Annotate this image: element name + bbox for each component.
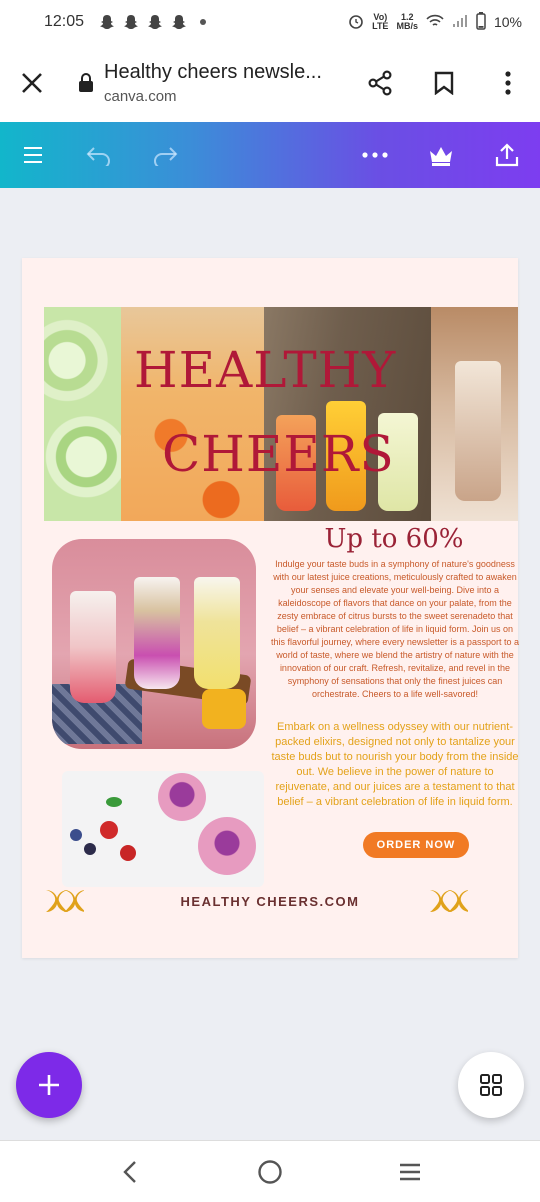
more-notifications-dot-icon [200,19,207,25]
more-options-button[interactable] [342,122,408,188]
close-icon [22,73,42,93]
browser-bar: Healthy cheers newsle... canva.com [0,44,540,122]
mango-cup [194,577,240,689]
hero-title-line2: CHEERS [162,425,395,483]
hero-title-line1: HEALTHY [134,341,397,399]
system-navigation-bar [0,1140,540,1202]
network-lte-label: LTE [372,21,389,31]
battery-icon [476,11,486,33]
canvas-area[interactable]: HEALTHY CHEERS Up to 60% Indulge your ta… [0,188,540,1140]
bubble-tea-photo[interactable] [52,539,256,749]
strawberry-cup [70,591,116,703]
wifi-icon [426,14,444,31]
undo-icon [86,147,110,166]
speed-unit: MB/s [396,21,418,31]
order-now-button[interactable]: ORDER NOW [363,832,469,858]
smoothie-bowl-top [158,773,206,821]
bookmark-button[interactable] [412,44,476,122]
undo-button[interactable] [66,122,132,188]
crown-icon [430,147,452,166]
intro-paragraph[interactable]: Indulge your taste buds in a symphony of… [270,558,520,701]
export-button[interactable] [474,122,540,188]
recents-lines-icon [400,1163,420,1180]
snapchat-notification-icon [146,14,164,30]
page-domain: canva.com [104,88,177,105]
redo-button[interactable] [132,122,198,188]
alarm-icon [348,13,364,32]
discount-headline[interactable]: Up to 60% [270,524,518,554]
add-element-button[interactable] [16,1052,82,1118]
overflow-menu-button[interactable] [476,44,540,122]
strawberry [120,845,136,861]
url-text-block: Healthy cheers newsle... canva.com [104,61,322,105]
signal-icon [452,14,468,31]
share-upload-icon [495,143,519,167]
close-tab-button[interactable] [0,44,64,122]
blackberry [84,843,96,855]
newsletter-page[interactable]: HEALTHY CHEERS Up to 60% Indulge your ta… [22,258,520,958]
smoothie-bowl-bottom [198,817,256,875]
url-block[interactable]: Healthy cheers newsle... canva.com [64,61,348,105]
snapchat-notification-icon [98,14,116,30]
network-type: Vo) LTE [372,13,388,31]
mango-cube [202,689,246,729]
share-icon [368,70,392,96]
dragonfruit-cup [134,577,180,689]
page-title: Healthy cheers newsle... [104,61,322,83]
recents-button[interactable] [380,1142,440,1202]
pro-upgrade-button[interactable] [408,122,474,188]
hamburger-icon [24,147,42,163]
canva-toolbar [0,122,540,188]
hero-title[interactable]: HEALTHY CHEERS [44,307,518,521]
more-horiz-icon [362,152,388,158]
blueberry [70,829,82,841]
snapchat-notification-icon [122,14,140,30]
smoothie-bowl-photo[interactable] [62,771,264,887]
redo-icon [154,147,178,166]
mint-leaf [106,797,122,807]
home-circle-icon [258,1159,282,1184]
battery-percent: 10% [493,14,522,30]
wellness-paragraph[interactable]: Embark on a wellness odyssey with our nu… [270,720,520,810]
status-time: 12:05 [44,13,85,30]
more-vert-icon [505,71,511,95]
home-button[interactable] [240,1142,300,1202]
share-button[interactable] [348,44,412,122]
back-chevron-icon [123,1160,136,1183]
back-button[interactable] [100,1142,160,1202]
strawberry [100,821,118,839]
grid-icon [480,1074,502,1096]
lock-icon [79,73,93,92]
bookmark-icon [434,71,454,95]
menu-button[interactable] [0,122,66,188]
pages-grid-button[interactable] [458,1052,524,1118]
network-speed: 1.2 MB/s [396,13,418,31]
flourish-right-icon [430,890,468,912]
status-bar: 12:05 Vo) LTE 1.2 MB/s 10% [0,0,540,44]
plus-icon [39,1075,59,1095]
snapchat-notification-icon [170,14,188,30]
